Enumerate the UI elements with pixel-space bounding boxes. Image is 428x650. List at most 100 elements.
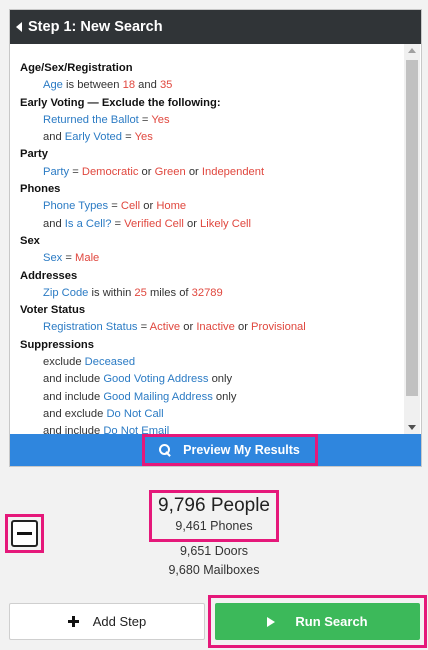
criteria-value-link[interactable]: Yes bbox=[151, 114, 169, 126]
criteria-scrollbar[interactable] bbox=[404, 44, 420, 434]
back-arrow-icon[interactable] bbox=[16, 22, 22, 32]
criteria-text: is within bbox=[88, 286, 135, 299]
add-step-button[interactable]: Add Step bbox=[9, 603, 205, 640]
criteria-text: = bbox=[137, 321, 150, 334]
criteria-text: only bbox=[212, 390, 237, 403]
criteria-text: = bbox=[111, 217, 125, 230]
criteria-text: and bbox=[43, 217, 65, 230]
criteria-value-link[interactable]: 25 bbox=[134, 287, 146, 299]
phones-count: 9,461 Phones bbox=[175, 519, 253, 533]
criteria-value-link[interactable]: Provisional bbox=[251, 321, 306, 333]
criteria-line: Sex = Male bbox=[20, 250, 405, 267]
criteria-text: is between bbox=[62, 79, 123, 92]
criteria-field-link[interactable]: Age bbox=[43, 79, 63, 91]
criteria-value-link[interactable]: Yes bbox=[135, 131, 153, 143]
mailboxes-count: 9,680 Mailboxes bbox=[168, 563, 260, 577]
run-search-button[interactable]: Run Search bbox=[215, 603, 420, 640]
preview-results-label: Preview My Results bbox=[183, 443, 300, 457]
run-search-label: Run Search bbox=[295, 614, 368, 629]
criteria-value-link[interactable]: Inactive bbox=[196, 321, 235, 333]
people-count: 9,796 People bbox=[158, 495, 270, 516]
search-step-panel: Step 1: New Search Age/Sex/Registration A… bbox=[9, 9, 422, 467]
criteria-line: Party = Democratic or Green or Independe… bbox=[20, 164, 405, 181]
criteria-line: Registration Status = Active or Inactive… bbox=[20, 319, 405, 336]
criteria-value-link[interactable]: Green bbox=[155, 166, 186, 178]
criteria-line: Age is between 18 and 35 bbox=[20, 77, 405, 94]
criteria-field-link[interactable]: Do Not Call bbox=[106, 408, 163, 420]
criteria-text: = bbox=[62, 252, 76, 265]
scroll-down-arrow-icon[interactable] bbox=[408, 425, 416, 430]
criteria-text: and bbox=[135, 79, 160, 92]
criteria-text: or bbox=[183, 217, 201, 230]
criteria-text: and exclude bbox=[43, 407, 107, 420]
criteria-line: and include Good Voting Address only bbox=[20, 371, 405, 388]
criteria-value-link[interactable]: Cell bbox=[121, 200, 140, 212]
criteria-text: or bbox=[185, 165, 202, 178]
criteria-value-link[interactable]: Home bbox=[156, 200, 186, 212]
scroll-up-arrow-icon[interactable] bbox=[408, 48, 416, 53]
criteria-field-link[interactable]: Phone Types bbox=[43, 200, 108, 212]
criteria-field-link[interactable]: Party bbox=[43, 166, 69, 178]
criteria-field-link[interactable]: Early Voted bbox=[65, 131, 122, 143]
criteria-line: and exclude Do Not Call bbox=[20, 406, 405, 423]
criteria-field-link[interactable]: Good Voting Address bbox=[103, 373, 208, 385]
search-icon bbox=[159, 444, 171, 456]
criteria-field-link[interactable]: Zip Code bbox=[43, 287, 88, 299]
criteria-field-link[interactable]: Deceased bbox=[85, 356, 135, 368]
criteria-line: and include Do Not Email bbox=[20, 423, 405, 434]
criteria-value-link[interactable]: Active bbox=[150, 321, 180, 333]
criteria-value-link[interactable]: 32789 bbox=[192, 287, 223, 299]
criteria-text: = bbox=[122, 131, 135, 144]
criteria-field-link[interactable]: Sex bbox=[43, 252, 62, 264]
criteria-text: = bbox=[69, 165, 82, 178]
criteria-value-link[interactable]: Likely Cell bbox=[200, 218, 251, 230]
plus-icon bbox=[67, 616, 79, 627]
criteria-line: exclude Deceased bbox=[20, 354, 405, 371]
criteria-text: and include bbox=[43, 373, 104, 386]
criteria-text: = bbox=[138, 113, 152, 126]
criteria-line: Phone Types = Cell or Home bbox=[20, 198, 405, 215]
criteria-text: and bbox=[43, 131, 65, 144]
criteria-value-link[interactable]: 35 bbox=[160, 79, 172, 91]
criteria-text: or bbox=[140, 200, 157, 213]
criteria-group-title: Party bbox=[20, 148, 48, 161]
criteria-text: or bbox=[138, 165, 155, 178]
doors-count: 9,651 Doors bbox=[179, 544, 249, 558]
criteria-line: Returned the Ballot = Yes bbox=[20, 112, 405, 129]
criteria-field-link[interactable]: Good Mailing Address bbox=[103, 391, 212, 403]
criteria-group-title: Age/Sex/Registration bbox=[20, 62, 133, 74]
criteria-text: and include bbox=[43, 425, 104, 434]
criteria-text: only bbox=[208, 373, 233, 386]
criteria-value-link[interactable]: Verified Cell bbox=[124, 218, 184, 230]
criteria-line: Zip Code is within 25 miles of 32789 bbox=[20, 285, 405, 302]
people-count-highlight: 9,796 People 9,461 Phones bbox=[149, 490, 279, 542]
criteria-value-link[interactable]: Independent bbox=[202, 166, 264, 178]
criteria-group-title: Phones bbox=[20, 183, 61, 196]
criteria-group-title: Early Voting — Exclude the following: bbox=[20, 96, 221, 109]
criteria-group-title: Sex bbox=[20, 234, 40, 247]
criteria-value-link[interactable]: 18 bbox=[123, 79, 135, 91]
criteria-group-title: Addresses bbox=[20, 269, 78, 282]
criteria-field-link[interactable]: Registration Status bbox=[43, 321, 138, 333]
criteria-text: = bbox=[108, 200, 121, 213]
criteria-text: or bbox=[180, 321, 197, 334]
step-header[interactable]: Step 1: New Search bbox=[10, 10, 421, 44]
criteria-field-link[interactable]: Is a Cell? bbox=[65, 218, 112, 230]
criteria-field-link[interactable]: Do Not Email bbox=[103, 425, 169, 434]
step-title: Step 1: New Search bbox=[28, 19, 163, 35]
preview-results-button[interactable]: Preview My Results bbox=[141, 434, 318, 466]
criteria-value-link[interactable]: Democratic bbox=[82, 166, 139, 178]
criteria-line: and Early Voted = Yes bbox=[20, 129, 405, 146]
criteria-text: exclude bbox=[43, 356, 85, 369]
scroll-thumb[interactable] bbox=[406, 60, 418, 396]
criteria-text: miles of bbox=[146, 286, 192, 299]
criteria-text: or bbox=[234, 321, 252, 334]
criteria-field-link[interactable]: Returned the Ballot bbox=[43, 114, 139, 126]
criteria-line: and include Good Mailing Address only bbox=[20, 389, 405, 406]
criteria-value-link[interactable]: Male bbox=[75, 252, 99, 264]
preview-bar[interactable]: Preview My Results bbox=[10, 434, 421, 466]
criteria-group-title: Voter Status bbox=[20, 304, 86, 317]
run-search-highlight: Run Search bbox=[208, 595, 427, 648]
play-icon bbox=[267, 616, 276, 627]
criteria-line: and Is a Cell? = Verified Cell or Likely… bbox=[20, 216, 405, 233]
